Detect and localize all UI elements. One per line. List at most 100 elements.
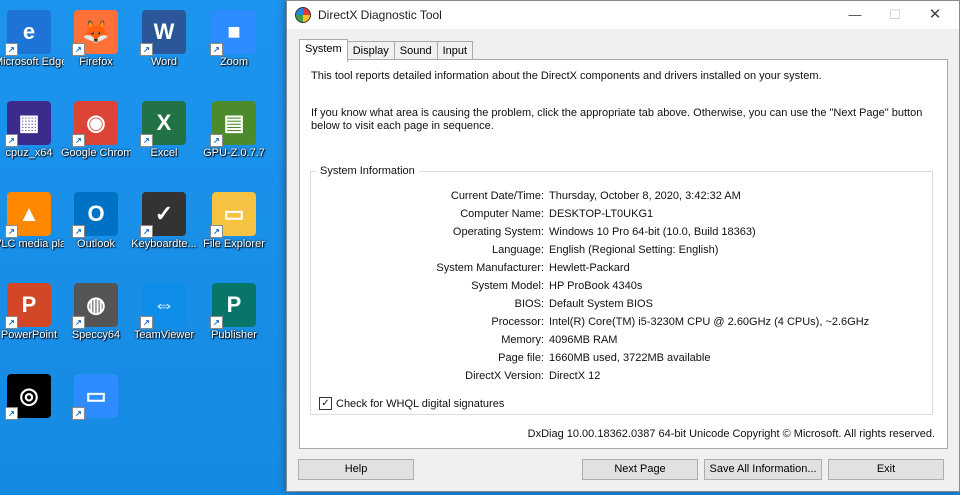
- system-info-value: English (Regional Setting: English): [549, 244, 719, 256]
- tab-input[interactable]: Input: [436, 41, 474, 61]
- window-title: DirectX Diagnostic Tool: [318, 8, 442, 22]
- item-17-icon: ▭ ↗: [72, 374, 118, 420]
- system-info-row: Operating System: Windows 10 Pro 64-bit (…: [311, 223, 932, 241]
- excel-icon: X ↗: [140, 101, 186, 147]
- zoom-icon: ■ ↗: [210, 10, 256, 56]
- item-16-icon: ◎ ↗: [5, 374, 51, 420]
- speccy64-icon: ◍ ↗: [72, 283, 118, 329]
- system-info-value: Intel(R) Core(TM) i5-3230M CPU @ 2.60GHz…: [549, 316, 870, 328]
- desktop-icon-excel[interactable]: X ↗ Excel: [129, 101, 199, 160]
- shortcut-arrow-icon: ↗: [5, 134, 18, 147]
- desktop-icon-label: TeamViewer: [133, 329, 195, 341]
- tab-display[interactable]: Display: [346, 41, 395, 61]
- shortcut-arrow-icon: ↗: [210, 43, 223, 56]
- whql-checkbox[interactable]: ✓: [319, 397, 332, 410]
- desktop-icon-label: Google Chrome: [61, 147, 131, 159]
- shortcut-arrow-icon: ↗: [72, 43, 85, 56]
- desktop-icon-microsoft-edge[interactable]: e↗Microsoft Edge: [0, 10, 64, 69]
- vlc-media-player-icon: ▲ ↗: [5, 192, 51, 238]
- system-information-list: Current Date/Time: Thursday, October 8, 2…: [311, 187, 932, 385]
- tab-system[interactable]: System: [299, 39, 348, 62]
- desktop-icon-speccy64[interactable]: ◍ ↗ Speccy64: [61, 283, 131, 342]
- system-info-key: Page file:: [498, 352, 544, 364]
- system-info-key: Language:: [492, 244, 544, 256]
- desktop-icon-label: Keyboardte...: [131, 238, 197, 250]
- help-button[interactable]: Help: [298, 459, 414, 480]
- desktop-icon-publisher[interactable]: P ↗ Publisher: [199, 283, 269, 342]
- system-info-row: Processor: Intel(R) Core(TM) i5-3230M CPU…: [311, 313, 932, 331]
- desktop-icon-label: Zoom: [219, 56, 249, 68]
- desktop-icon-item-17[interactable]: ▭ ↗: [61, 374, 131, 420]
- system-info-value: Hewlett-Packard: [549, 262, 630, 274]
- system-info-key: Operating System:: [452, 226, 544, 238]
- powerpoint-icon: P ↗: [5, 283, 51, 329]
- directx-app-icon: [295, 7, 311, 23]
- next-page-button[interactable]: Next Page: [582, 459, 698, 480]
- system-info-row: Page file: 1660MB used, 3722MB available: [311, 349, 932, 367]
- maximize-button[interactable]: ☐: [875, 1, 915, 29]
- shortcut-arrow-icon: ↗: [140, 134, 153, 147]
- desktop-icon-label: PowerPoint: [0, 329, 58, 341]
- system-info-row: Computer Name: DESKTOP-LT0UKG1: [311, 205, 932, 223]
- save-all-information-button[interactable]: Save All Information...: [704, 459, 822, 480]
- desktop-icon-zoom[interactable]: ■ ↗ Zoom: [199, 10, 269, 69]
- system-tab-panel: This tool reports detailed information a…: [299, 59, 948, 449]
- desktop-icon-label: cpuz_x64: [5, 147, 53, 159]
- system-info-key: System Model:: [471, 280, 544, 292]
- shortcut-arrow-icon: ↗: [210, 225, 223, 238]
- shortcut-arrow-icon: ↗: [5, 43, 18, 56]
- system-info-value: 1660MB used, 3722MB available: [549, 352, 711, 364]
- system-info-row: BIOS: Default System BIOS: [311, 295, 932, 313]
- publisher-icon: P ↗: [210, 283, 256, 329]
- dxdiag-window: DirectX Diagnostic Tool — ☐ ✕ System Dis…: [286, 0, 960, 492]
- desktop-icon-outlook[interactable]: O ↗ Outlook: [61, 192, 131, 251]
- desktop-icon-file-explorer[interactable]: ▭ ↗ File Explorer: [199, 192, 269, 251]
- word-icon: W ↗: [140, 10, 186, 56]
- shortcut-arrow-icon: ↗: [210, 134, 223, 147]
- system-info-key: DirectX Version:: [465, 370, 544, 382]
- desktop-icon-google-chrome[interactable]: ◉ ↗ Google Chrome: [61, 101, 131, 160]
- system-info-row: Language: English (Regional Setting: Engl…: [311, 241, 932, 259]
- system-information-title: System Information: [316, 165, 419, 177]
- desktop-icon-vlc-media-player[interactable]: ▲↗VLC media player: [0, 192, 64, 251]
- firefox-icon: 🦊 ↗: [72, 10, 118, 56]
- desktop-icon-firefox[interactable]: 🦊 ↗ Firefox: [61, 10, 131, 69]
- title-bar[interactable]: DirectX Diagnostic Tool — ☐ ✕: [287, 1, 959, 29]
- desktop-icon-label: GPU-Z.0.7.7: [203, 147, 265, 159]
- shortcut-arrow-icon: ↗: [72, 316, 85, 329]
- system-info-value: DirectX 12: [549, 370, 601, 382]
- desktop-icon-cpuz-x64[interactable]: ▦ ↗ cpuz_x64: [0, 101, 64, 160]
- intro-text: This tool reports detailed information a…: [311, 70, 822, 82]
- teamviewer-icon: ⇔ ↗: [140, 283, 186, 329]
- desktop-icon-label: Firefox: [79, 56, 113, 68]
- desktop-icon-gpu-z-0-7-7[interactable]: ▤ ↗ GPU-Z.0.7.7: [199, 101, 269, 160]
- system-info-key: Processor:: [491, 316, 544, 328]
- tab-sound[interactable]: Sound: [393, 41, 438, 61]
- desktop-icon-powerpoint[interactable]: P ↗ PowerPoint: [0, 283, 64, 342]
- desktop-icon-keyboardte[interactable]: ✓ ↗ Keyboardte...: [129, 192, 199, 251]
- minimize-button[interactable]: —: [835, 1, 875, 29]
- cpuz-x64-icon: ▦ ↗: [5, 101, 51, 147]
- google-chrome-icon: ◉ ↗: [72, 101, 118, 147]
- system-info-value: 4096MB RAM: [549, 334, 618, 346]
- close-button[interactable]: ✕: [915, 1, 955, 29]
- desktop-icon-label: VLC media player: [0, 238, 64, 250]
- shortcut-arrow-icon: ↗: [140, 43, 153, 56]
- system-info-value: Thursday, October 8, 2020, 3:42:32 AM: [549, 190, 741, 202]
- system-info-key: Current Date/Time:: [450, 190, 544, 202]
- system-info-row: Memory: 4096MB RAM: [311, 331, 932, 349]
- exit-button[interactable]: Exit: [828, 459, 944, 480]
- system-information-group: System Information Current Date/Time: Thu…: [310, 165, 933, 415]
- copyright-text: DxDiag 10.00.18362.0387 64-bit Unicode C…: [527, 428, 935, 440]
- shortcut-arrow-icon: ↗: [5, 316, 18, 329]
- system-info-row: Current Date/Time: Thursday, October 8, 2…: [311, 187, 932, 205]
- shortcut-arrow-icon: ↗: [72, 134, 85, 147]
- desktop-icon-word[interactable]: W ↗ Word: [129, 10, 199, 69]
- desktop-icon-item-16[interactable]: ◎ ↗: [0, 374, 64, 420]
- desktop-icon-teamviewer[interactable]: ⇔ ↗ TeamViewer: [129, 283, 199, 342]
- system-info-value: Windows 10 Pro 64-bit (10.0, Build 18363…: [549, 226, 756, 238]
- shortcut-arrow-icon: ↗: [5, 407, 18, 420]
- desktop-icon-label: File Explorer: [203, 238, 265, 250]
- whql-checkbox-row[interactable]: ✓ Check for WHQL digital signatures: [319, 397, 504, 410]
- shortcut-arrow-icon: ↗: [5, 225, 18, 238]
